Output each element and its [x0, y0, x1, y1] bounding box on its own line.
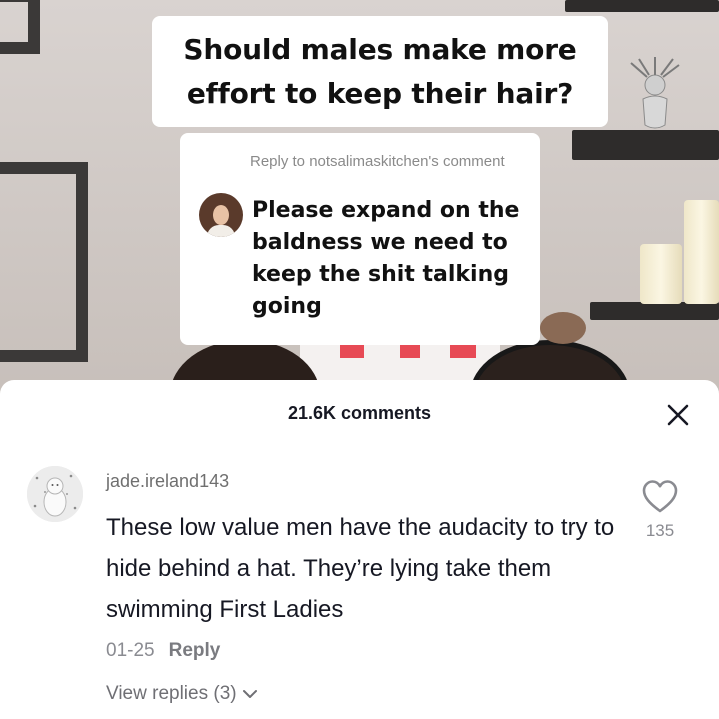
view-replies-button[interactable]: View replies (3) [106, 683, 258, 705]
candle-right [684, 200, 719, 304]
view-replies-label: View replies (3) [106, 683, 237, 704]
wall-shelf-frame-left-lower [0, 162, 88, 362]
wall-shelf-right-top-edge [565, 0, 719, 12]
close-icon [667, 404, 689, 426]
like-count: 135 [645, 521, 675, 540]
candle-left [640, 244, 682, 304]
comments-sheet: 21.6K comments jade.ireland143 These low… [0, 380, 719, 719]
reply-avatar [199, 193, 243, 237]
reply-comment-card[interactable]: Reply to notsalimaskitchen's comment Ple… [180, 133, 540, 345]
wall-shelf-right-bottom [590, 302, 719, 320]
comment-username[interactable]: jade.ireland143 [106, 471, 229, 492]
chevron-down-icon [242, 690, 257, 698]
video-title-card: Should males make more effort to keep th… [152, 16, 608, 127]
reply-comment-text: Please expand on the baldness we need to… [252, 198, 520, 319]
reply-button[interactable]: Reply [169, 640, 221, 661]
figurine-decor [630, 57, 680, 129]
comment-date: 01-25 [106, 640, 155, 661]
video-title: Should males make more effort to keep th… [183, 32, 577, 110]
avatar[interactable] [27, 466, 83, 522]
comment-text: These low value men have the audacity to… [106, 514, 615, 623]
heart-outline-icon[interactable] [641, 478, 679, 516]
close-button[interactable] [660, 397, 696, 433]
person-hair-bun [540, 312, 586, 344]
comments-count: 21.6K comments [287, 403, 432, 423]
wall-shelf-frame-left [0, 0, 40, 54]
comment-meta: 01-25 Reply [106, 640, 220, 662]
avatar-image [27, 466, 83, 522]
reply-to-label: Reply to notsalimaskitchen's comment [250, 153, 505, 170]
